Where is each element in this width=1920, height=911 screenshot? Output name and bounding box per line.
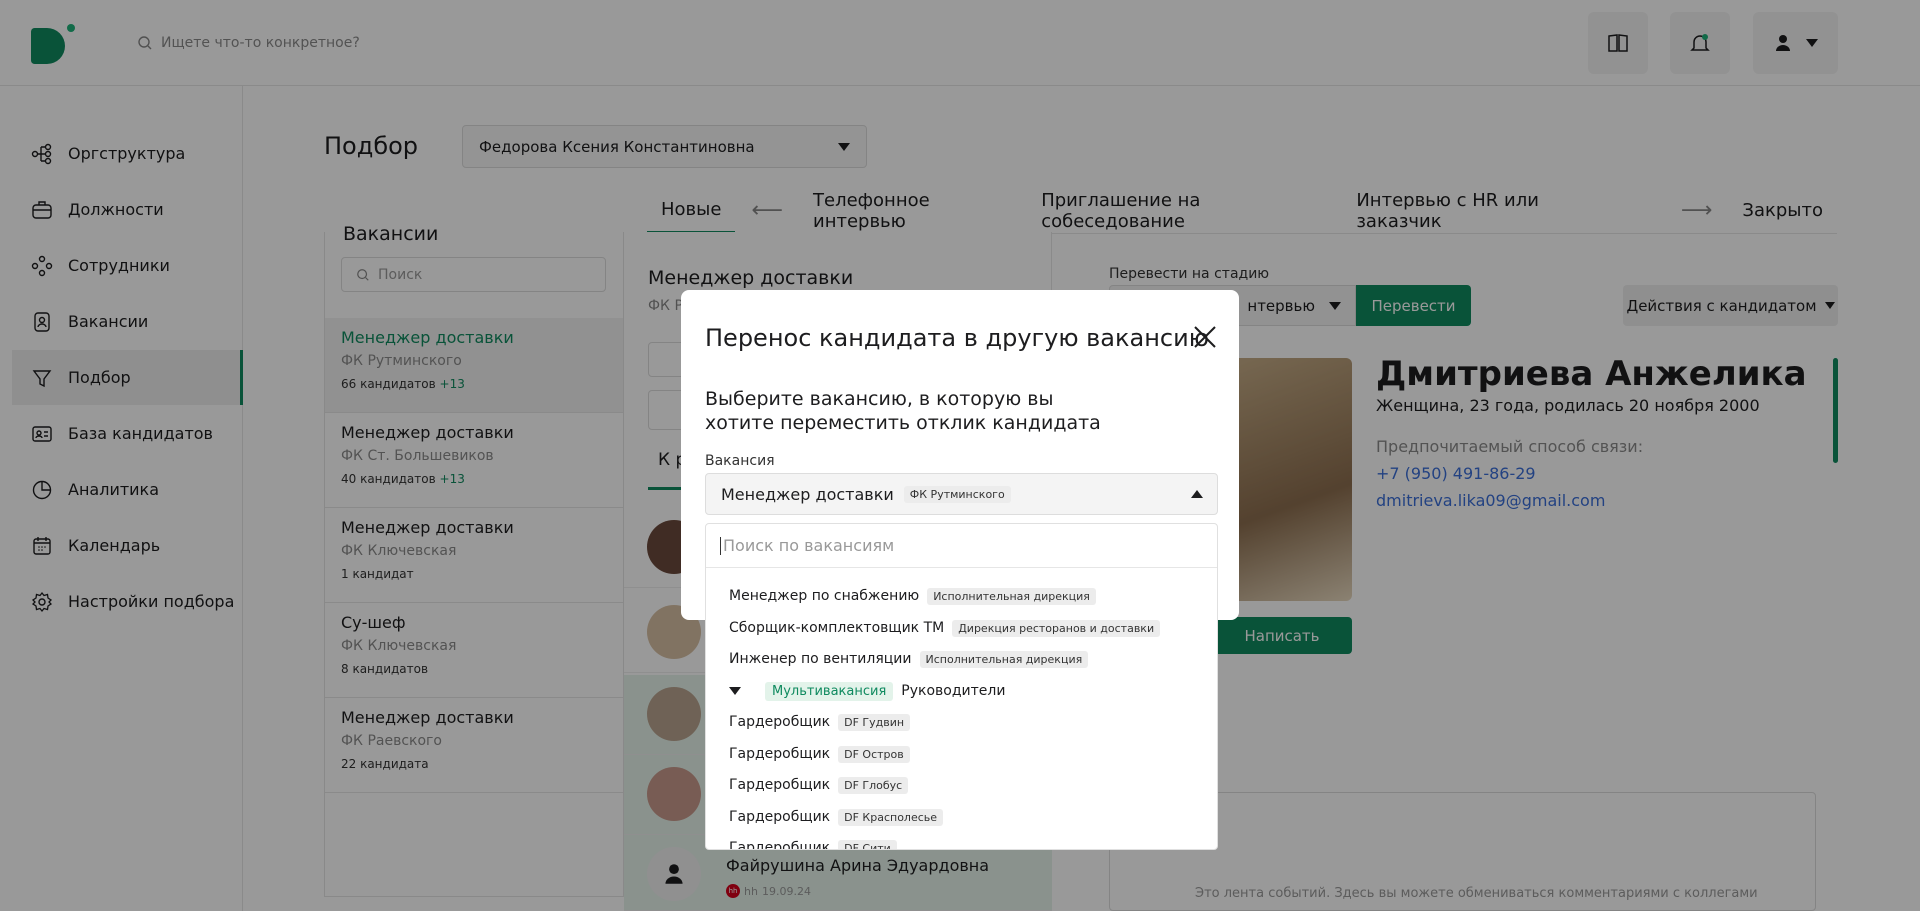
option-title: Инженер по вентиляции [729,651,912,667]
dropdown-option[interactable]: Гардеробщик DF Красполесье [729,805,944,829]
option-tag: Дирекция ресторанов и доставки [952,619,1161,637]
option-tag: DF Остров [838,745,910,763]
dropdown-option[interactable]: Гардеробщик DF Гудвин [729,710,911,734]
dropdown-option[interactable]: Гардеробщик DF Сити [729,836,897,850]
option-title: Гардеробщик [729,809,831,825]
option-title: Гардеробщик [729,777,831,793]
text-cursor [720,536,721,555]
app: Ищете что-то конкретное? Оргструктура До… [0,0,1920,911]
option-tag: DF Сити [838,839,897,849]
chevron-up-icon [1191,490,1203,498]
dropdown-option[interactable]: Сборщик-комплектовщик ТМ Дирекция рестор… [729,616,1161,640]
vacancy-select-tag: ФК Рутминского [903,485,1011,503]
multivacancy-badge: Мультивакансия [765,681,894,701]
vacancy-dropdown-search[interactable]: Поиск по вакансиям [706,524,1217,568]
chevron-down-icon[interactable] [729,687,741,695]
vacancy-select-value: Менеджер доставки [721,484,894,504]
option-title: Гардеробщик [729,714,831,730]
dropdown-option[interactable]: Менеджер по снабжению Исполнительная дир… [729,584,1096,608]
vacancy-dropdown: Поиск по вакансиям Менеджер по снабжению… [705,523,1218,850]
option-tag: Исполнительная дирекция [919,650,1089,668]
option-tag: Исполнительная дирекция [927,587,1096,605]
vacancy-field-label: Вакансия [705,453,775,469]
close-icon [1194,326,1216,348]
close-button[interactable] [1190,322,1220,352]
option-tag: DF Гудвин [838,713,911,731]
group-name: Руководители [901,683,1006,699]
vacancy-dropdown-search-placeholder: Поиск по вакансиям [723,536,895,555]
dropdown-option[interactable]: Инженер по вентиляции Исполнительная дир… [729,647,1089,671]
option-tag: DF Глобус [838,776,909,794]
option-title: Менеджер по снабжению [729,588,920,604]
dropdown-group[interactable]: Мультивакансия Руководители [729,679,1005,703]
option-title: Гардеробщик [729,840,831,850]
modal-title: Перенос кандидата в другую вакансию [705,324,1209,352]
option-title: Сборщик-комплектовщик ТМ [729,620,945,636]
vacancy-select[interactable]: Менеджер доставки ФК Рутминского [705,473,1218,515]
option-title: Гардеробщик [729,746,831,762]
option-tag: DF Красполесье [838,808,944,826]
dropdown-option[interactable]: Гардеробщик DF Глобус [729,773,909,797]
dropdown-option[interactable]: Гардеробщик DF Остров [729,742,910,766]
modal-description: Выберите вакансию, в которую вы хотите п… [705,388,1101,434]
